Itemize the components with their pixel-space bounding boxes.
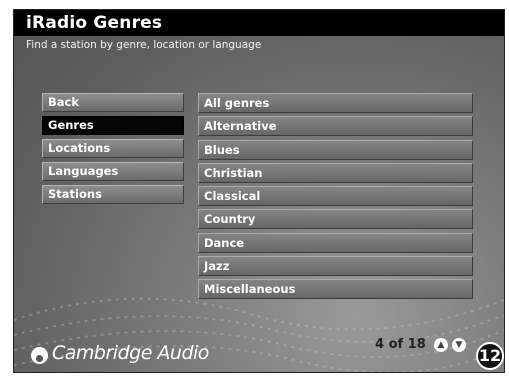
genre-item-dance[interactable]: Dance	[198, 232, 473, 253]
page-indicator: 4 of 18	[375, 337, 426, 352]
genre-item-all-genres[interactable]: All genres	[198, 93, 473, 113]
figure-number-badge: 12	[476, 342, 504, 370]
nav-menu: Back Genres Locations Languages Stations	[42, 93, 184, 208]
title-bar: iRadio Genres	[14, 10, 504, 36]
genre-item-country[interactable]: Country	[198, 209, 473, 230]
arrow-down-icon[interactable]: ▼	[452, 338, 466, 352]
cambridge-audio-logo-icon	[31, 347, 48, 364]
genre-item-miscellaneous[interactable]: Miscellaneous	[198, 279, 473, 300]
genre-item-christian[interactable]: Christian	[198, 162, 473, 183]
page-title: iRadio Genres	[26, 13, 163, 33]
page-subtitle: Find a station by genre, location or lan…	[26, 39, 262, 51]
genre-item-blues[interactable]: Blues	[198, 139, 473, 160]
irradio-screen: iRadio Genres Find a station by genre, l…	[13, 9, 505, 373]
genre-item-classical[interactable]: Classical	[198, 186, 473, 207]
genre-list: All genres Alternative Blues Christian C…	[198, 93, 473, 303]
nav-item-stations[interactable]: Stations	[42, 185, 184, 204]
nav-item-locations[interactable]: Locations	[42, 139, 184, 158]
genre-item-jazz[interactable]: Jazz	[198, 256, 473, 277]
nav-item-languages[interactable]: Languages	[42, 162, 184, 181]
nav-item-genres[interactable]: Genres	[42, 116, 184, 135]
arrow-up-icon[interactable]: ▲	[434, 338, 448, 352]
genre-item-alternative[interactable]: Alternative	[198, 116, 473, 137]
brand-name: Cambridge Audio	[52, 342, 209, 364]
nav-item-back[interactable]: Back	[42, 93, 184, 112]
